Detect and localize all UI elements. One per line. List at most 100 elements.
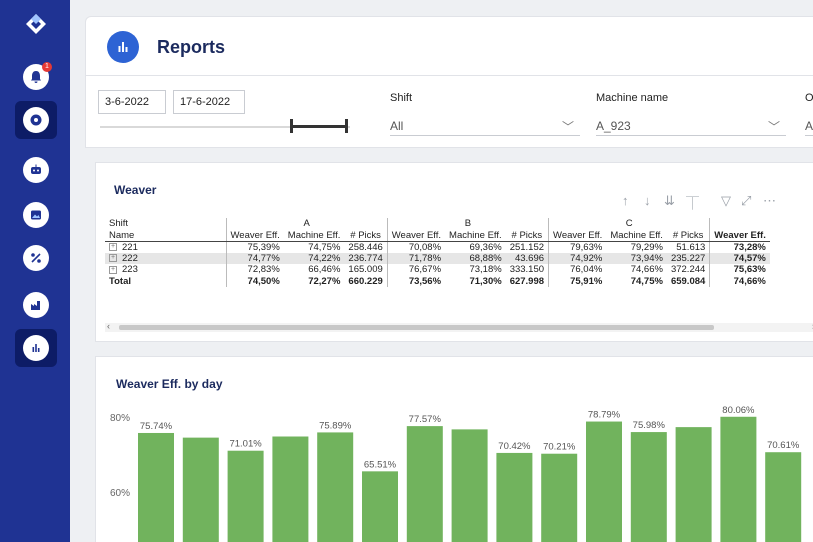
table-cell: 659.084 (666, 275, 711, 287)
table-cell: 66,46% (308, 264, 341, 276)
scrollbar-thumb[interactable] (119, 325, 714, 330)
drill-up-icon[interactable]: ↑ (622, 193, 629, 208)
chart-bar[interactable] (362, 471, 398, 542)
group-header-label: Shift (105, 218, 227, 230)
chart-bar[interactable] (227, 450, 264, 542)
start-date-input[interactable]: 3-6-2022 (98, 90, 166, 114)
shift-value: All (390, 119, 404, 133)
factory-icon[interactable] (23, 292, 49, 318)
group-header-b: B (387, 218, 550, 230)
settings-icon[interactable] (23, 107, 49, 133)
table-cell: 75,91% (570, 275, 603, 287)
date-slider-start-handle[interactable] (290, 119, 293, 133)
table-cell: 236.774 (344, 252, 388, 264)
chart-bar[interactable] (182, 437, 219, 542)
chart-bar[interactable] (586, 421, 622, 542)
weaver-matrix-table: Shift A B C Name Weaver Eff. Machine Eff… (105, 218, 770, 287)
shift-label: Shift (390, 92, 413, 104)
column-header[interactable]: Weaver Eff. (548, 229, 607, 242)
data-label: 78.79% (588, 410, 621, 421)
total-row: Total 74,50% 72,27% 660.229 73,56% 71,30… (105, 275, 770, 287)
row-name: 221 (122, 241, 138, 253)
column-header[interactable]: Machine Eff. (606, 229, 667, 242)
chart-bar[interactable] (541, 453, 578, 542)
scroll-left-icon[interactable]: ‹ (107, 321, 110, 331)
table-cell: 72,27% (308, 275, 341, 287)
data-label: 70.42% (498, 441, 531, 452)
table-cell: 74,75% (630, 275, 663, 287)
end-date-input[interactable]: 17-6-2022 (173, 90, 245, 114)
table-cell: 73,94% (606, 252, 667, 264)
data-label: 70.61% (767, 440, 800, 451)
order-label: Or (805, 92, 813, 104)
total-column-header[interactable]: Weaver Eff. (709, 229, 770, 242)
column-header[interactable]: # Picks (505, 229, 550, 242)
focus-mode-icon[interactable]: ⤢ (741, 193, 751, 209)
date-slider-end-handle[interactable] (345, 119, 348, 133)
column-header[interactable]: # Picks (344, 229, 388, 242)
next-level-icon[interactable]: ⇊ (664, 193, 675, 209)
column-header[interactable]: Weaver Eff. (387, 229, 446, 242)
table-cell: 79,63% (570, 241, 603, 253)
y-tick-label: 80% (110, 413, 130, 424)
image-icon[interactable] (23, 202, 49, 228)
percent-icon[interactable] (23, 245, 49, 271)
column-header[interactable]: Machine Eff. (283, 229, 345, 242)
machine-name-label: Machine name (596, 92, 669, 104)
weaver-eff-chart-card: Weaver Eff. by day 80% 60% 75.74% 71.01% 75.… (95, 356, 813, 542)
table-cell: 69,36% (469, 241, 502, 253)
robot-icon[interactable] (23, 157, 49, 183)
machine-name-select[interactable]: A_923 ﹀ (596, 114, 786, 136)
chart-bar[interactable] (272, 436, 309, 542)
chart-bar[interactable] (675, 427, 712, 542)
sidebar: 1 (0, 0, 70, 542)
expand-icon[interactable]: + (109, 254, 117, 263)
horizontal-scrollbar[interactable]: ‹ › (105, 321, 813, 332)
weaver-eff-by-day-chart: 80% 60% 75.74% 71.01% 75.89% 65.51% 77.57% 70.4… (110, 405, 802, 542)
column-header[interactable]: Machine Eff. (445, 229, 506, 242)
chart-title: Weaver Eff. by day (116, 377, 223, 391)
filter-bar: 3-6-2022 17-6-2022 Shift All ﹀ Machine n… (85, 76, 813, 148)
chart-bar[interactable] (451, 429, 488, 542)
chart-bar[interactable] (765, 452, 802, 542)
table-cell: 74,66% (630, 264, 663, 276)
data-label: 75.74% (140, 421, 173, 432)
column-header[interactable]: Weaver Eff. (226, 229, 284, 242)
chart-bar[interactable] (138, 432, 174, 542)
table-cell: 70,08% (408, 241, 442, 253)
drill-down-icon[interactable]: ↓ (644, 193, 651, 208)
table-cell: 333.150 (505, 264, 550, 276)
expand-icon[interactable]: + (109, 265, 117, 274)
chart-bar[interactable] (630, 432, 667, 542)
table-cell: 75,39% (247, 241, 280, 253)
table-cell: 372.244 (666, 264, 711, 276)
more-options-icon[interactable]: ⋯ (763, 193, 776, 209)
chevron-down-icon: ﹀ (561, 120, 574, 134)
total-label: Total (105, 275, 227, 287)
chart-bar[interactable] (406, 426, 443, 542)
column-header[interactable]: # Picks (666, 229, 711, 242)
chart-bar[interactable] (720, 416, 757, 542)
filter-icon[interactable]: ▽ (721, 193, 731, 209)
table-cell: 165.009 (344, 264, 388, 276)
chart-bar[interactable] (317, 432, 354, 542)
group-header-a: A (226, 218, 388, 230)
row-header-label[interactable]: Name (105, 229, 227, 242)
logo-icon[interactable] (24, 12, 48, 36)
reports-header-icon (107, 31, 139, 63)
data-label: 80.06% (722, 405, 755, 416)
shift-select[interactable]: All ﹀ (390, 114, 580, 136)
table-cell: 660.229 (344, 275, 388, 287)
expand-icon[interactable]: + (109, 242, 117, 251)
table-cell: 74,22% (283, 252, 345, 264)
order-select[interactable]: A (805, 114, 813, 136)
table-cell: 76,67% (408, 264, 442, 276)
reports-icon[interactable] (23, 335, 49, 361)
chart-bar[interactable] (496, 452, 533, 542)
data-label: 70.21% (543, 442, 576, 453)
table-row: +222 74,77% 74,22% 236.774 71,78% 68,88%… (105, 252, 770, 264)
page-title: Reports (157, 37, 226, 57)
table-row: +223 72,83% 66,46% 165.009 76,67% 73,18%… (105, 264, 770, 276)
group-header-c: C (548, 218, 711, 230)
expand-hierarchy-icon[interactable]: ⏉ (686, 193, 699, 212)
